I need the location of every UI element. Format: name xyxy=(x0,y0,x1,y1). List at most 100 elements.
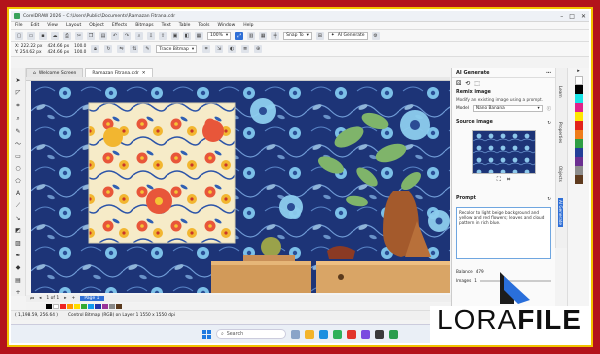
menu-object[interactable]: Object xyxy=(89,23,104,28)
maximize-icon[interactable]: □ xyxy=(569,13,575,20)
store-icon[interactable] xyxy=(375,329,384,339)
doc-swatch[interactable] xyxy=(81,304,87,309)
zoom-combo[interactable]: 100% ▾ xyxy=(207,31,232,40)
menu-help[interactable]: Help xyxy=(243,23,253,28)
tab-ramazan-fitrana[interactable]: Ramazan Fitrana.cdr ✕ xyxy=(85,68,153,77)
doc-swatch[interactable] xyxy=(46,304,52,309)
remix-icon[interactable]: ⟲ xyxy=(465,80,470,87)
swatch-red[interactable] xyxy=(574,121,583,130)
redo-icon[interactable]: ↷ xyxy=(123,31,131,40)
doc-swatch[interactable] xyxy=(88,304,94,309)
rectangle-tool-icon[interactable]: ▭ xyxy=(14,153,22,160)
app-icon[interactable] xyxy=(347,329,356,339)
parallel-dimension-icon[interactable]: ⟋ xyxy=(14,202,22,210)
snap-to-combo[interactable]: Snap To ▾ xyxy=(283,31,312,40)
eyedropper-tool-icon[interactable]: ✒ xyxy=(14,252,22,259)
refresh-icon[interactable]: ↻ xyxy=(547,121,551,126)
palette-menu-icon[interactable]: ▸ xyxy=(568,68,589,76)
save-icon[interactable]: ▪ xyxy=(39,31,47,40)
cut-icon[interactable]: ✂ xyxy=(75,31,83,40)
page-1-tab[interactable]: Page 1 xyxy=(80,296,104,301)
taskbar-search[interactable]: ⌕ Search xyxy=(216,329,286,339)
ellipse-tool-icon[interactable]: ○ xyxy=(14,165,22,172)
info-icon[interactable]: ⓘ xyxy=(547,106,551,112)
pick-tool-icon[interactable]: ➤ xyxy=(14,77,22,84)
close-icon[interactable]: ✕ xyxy=(142,71,146,76)
doc-swatch[interactable] xyxy=(95,304,101,309)
publish-icon[interactable]: ▣ xyxy=(171,31,179,40)
print-icon[interactable]: ⎙ xyxy=(63,31,71,40)
x-position-field[interactable]: X: 222.22 px xyxy=(15,44,42,49)
more-icon[interactable]: ⋯ xyxy=(546,70,551,76)
tab-ai-generate[interactable]: AI Generate xyxy=(558,198,563,227)
resample-icon[interactable]: ⇲ xyxy=(215,45,224,53)
prev-page-icon[interactable]: ◂ xyxy=(39,296,41,301)
height-field[interactable]: 424.66 px xyxy=(47,50,69,55)
quick-customize-icon[interactable]: ⊕ xyxy=(254,45,263,53)
file-explorer-icon[interactable] xyxy=(305,329,314,339)
mirror-horizontal-icon[interactable]: ⇋ xyxy=(117,45,126,53)
polygon-tool-icon[interactable]: ⬠ xyxy=(14,177,22,185)
scale-height-field[interactable]: 100.0 xyxy=(74,50,86,55)
new-document-icon[interactable]: ▢ xyxy=(15,31,23,40)
menu-tools[interactable]: Tools xyxy=(198,23,209,28)
swatch-white[interactable] xyxy=(574,76,583,85)
doc-swatch[interactable] xyxy=(74,304,80,309)
close-icon[interactable]: ✕ xyxy=(581,13,586,20)
width-field[interactable]: 424.66 px xyxy=(47,44,69,49)
launch-icon[interactable]: ◧ xyxy=(183,31,191,40)
undo-icon[interactable]: ↶ xyxy=(111,31,119,40)
source-thumbnail[interactable] xyxy=(471,130,536,174)
swatch-orange[interactable] xyxy=(574,130,583,139)
menu-view[interactable]: View xyxy=(47,23,58,28)
ai-generate-button[interactable]: ✦ AI Generate xyxy=(327,31,368,40)
swatch-brown[interactable] xyxy=(574,175,583,184)
rotate-icon[interactable]: ↻ xyxy=(104,45,113,53)
windows-start-icon[interactable] xyxy=(202,329,211,339)
first-page-icon[interactable]: ⏮ xyxy=(30,296,34,302)
shape-tool-icon[interactable]: ◸ xyxy=(14,89,22,96)
smart-fill-icon[interactable]: ▤ xyxy=(14,276,22,284)
menu-table[interactable]: Table xyxy=(179,23,191,28)
rulers-icon[interactable]: ▥ xyxy=(247,31,256,40)
refresh-icon[interactable]: ↻ xyxy=(547,197,551,202)
generate-icon[interactable]: ⚄ xyxy=(456,80,461,87)
model-select[interactable]: Nano Banana ▾ xyxy=(472,105,543,112)
menu-window[interactable]: Window xyxy=(218,23,236,28)
import-icon[interactable]: ⇩ xyxy=(147,31,155,40)
artistic-media-icon[interactable]: 〜 xyxy=(14,140,22,148)
app-icon[interactable] xyxy=(333,329,342,339)
crop-tool-icon[interactable]: ⌗ xyxy=(14,102,22,110)
open-icon[interactable]: ▭ xyxy=(27,31,35,40)
mirror-vertical-icon[interactable]: ⇅ xyxy=(130,45,139,53)
swatch-magenta[interactable] xyxy=(574,103,583,112)
prompt-textarea[interactable]: Recolor to light beige background and ye… xyxy=(456,207,551,259)
doc-swatch[interactable] xyxy=(109,304,115,309)
swatch-purple[interactable] xyxy=(574,157,583,166)
search-icon[interactable]: ⌕ xyxy=(135,31,143,40)
menu-edit[interactable]: Edit xyxy=(31,23,40,28)
grid-icon[interactable]: ▦ xyxy=(259,31,268,40)
scale-width-field[interactable]: 100.0 xyxy=(74,44,86,49)
coreldraw-taskbar-icon[interactable] xyxy=(389,329,398,339)
add-tool-icon[interactable]: + xyxy=(14,289,22,296)
swatch-green[interactable] xyxy=(574,139,583,148)
bitmap-mask-icon[interactable]: ◐ xyxy=(228,45,237,53)
trace-bitmap-combo[interactable]: Trace Bitmap ▾ xyxy=(156,45,198,53)
tab-objects[interactable]: Objects xyxy=(558,166,563,182)
edit-bitmap-icon[interactable]: ✎ xyxy=(143,45,152,53)
swatch-blue[interactable] xyxy=(574,148,583,157)
connector-tool-icon[interactable]: ↘ xyxy=(14,215,22,222)
interactive-fill-icon[interactable]: ◆ xyxy=(14,264,22,271)
lock-ratio-icon[interactable]: 🔒︎ xyxy=(91,45,100,53)
minimize-icon[interactable]: – xyxy=(560,13,563,20)
doc-swatch[interactable] xyxy=(53,304,59,309)
tab-welcome-screen[interactable]: ⌂ Welcome Screen xyxy=(26,68,84,77)
crop-source-icon[interactable]: ⌗ xyxy=(507,176,510,184)
drop-shadow-icon[interactable]: ◩ xyxy=(14,227,22,234)
crop-icon[interactable]: ⌗ xyxy=(202,45,211,53)
task-view-icon[interactable] xyxy=(291,329,300,339)
add-page-icon[interactable]: + xyxy=(72,296,76,301)
copy-icon[interactable]: ❐ xyxy=(87,31,95,40)
menu-file[interactable]: File xyxy=(15,23,23,28)
